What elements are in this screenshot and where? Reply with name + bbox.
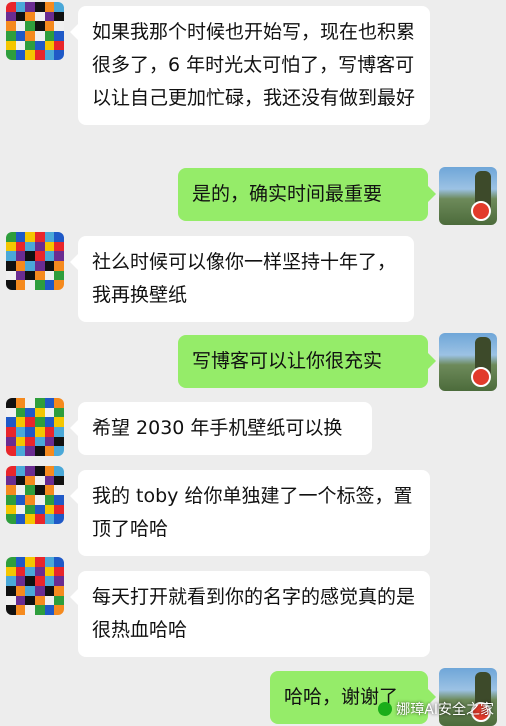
contact-avatar[interactable] [6, 2, 64, 60]
wechat-logo-icon [378, 702, 393, 716]
message-bubble-incoming[interactable]: 我的 toby 给你单独建了一个标签，置顶了哈哈 [70, 470, 430, 556]
my-avatar[interactable] [439, 333, 497, 391]
watermark: 娜璋AI安全之家 [378, 699, 494, 719]
message-bubble-outgoing[interactable]: 是的，确实时间最重要 [178, 168, 436, 221]
mosaic-avatar-icon [6, 398, 64, 456]
message-bubble-outgoing[interactable]: 写博客可以让你很充实 [178, 335, 436, 388]
message-bubble-incoming[interactable]: 社么时候可以像你一样坚持十年了，我再换壁纸 [70, 236, 414, 322]
landscape-photo-icon [439, 333, 497, 391]
contact-avatar[interactable] [6, 466, 64, 524]
watermark-text: 娜璋AI安全之家 [396, 702, 494, 718]
landscape-photo-icon [439, 167, 497, 225]
message-bubble-incoming[interactable]: 希望 2030 年手机壁纸可以换 [70, 402, 372, 455]
message-bubble-incoming[interactable]: 每天打开就看到你的名字的感觉真的是很热血哈哈 [70, 571, 430, 657]
mosaic-avatar-icon [6, 557, 64, 615]
contact-avatar[interactable] [6, 398, 64, 456]
mosaic-avatar-icon [6, 232, 64, 290]
message-bubble-incoming[interactable]: 如果我那个时候也开始写，现在也积累很多了，6 年时光太可怕了，写博客可以让自己更… [70, 6, 430, 125]
mosaic-avatar-icon [6, 466, 64, 524]
mosaic-avatar-icon [6, 2, 64, 60]
my-avatar[interactable] [439, 167, 497, 225]
contact-avatar[interactable] [6, 232, 64, 290]
contact-avatar[interactable] [6, 557, 64, 615]
